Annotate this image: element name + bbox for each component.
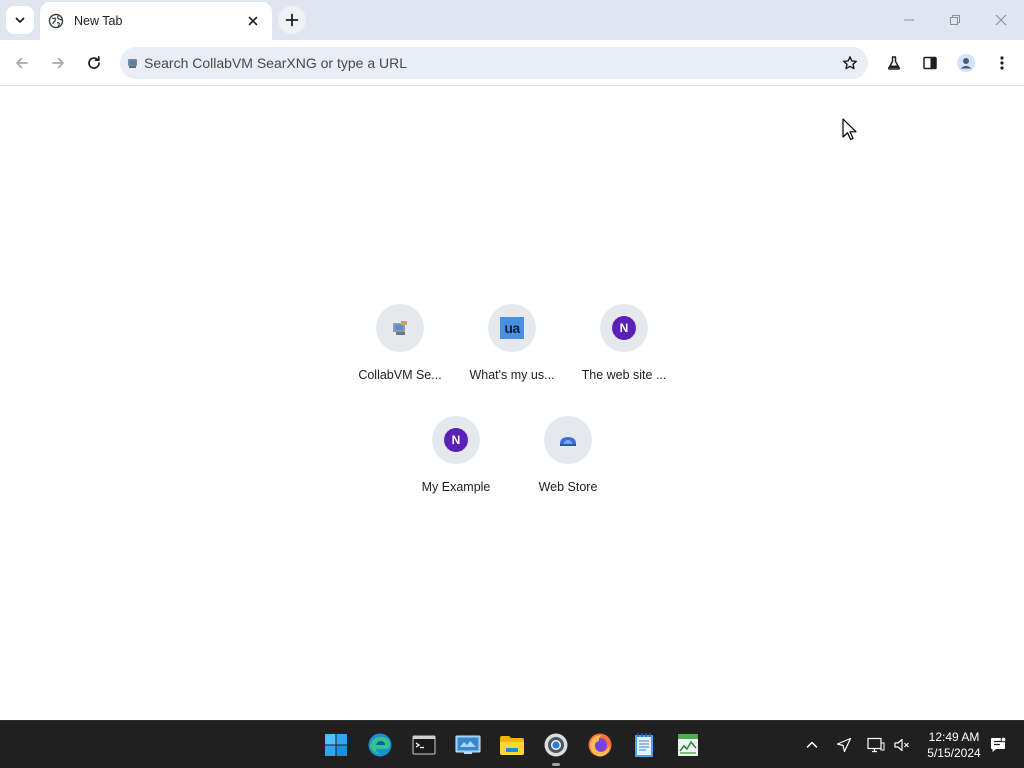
side-panel-button[interactable]	[914, 47, 946, 79]
address-input[interactable]	[144, 55, 824, 71]
close-window-button[interactable]	[978, 4, 1024, 36]
globe-icon	[48, 13, 64, 29]
running-indicator	[552, 763, 560, 766]
task-manager-icon	[678, 734, 698, 756]
chevron-up-icon	[806, 741, 818, 748]
back-button[interactable]	[6, 47, 38, 79]
web-store-icon	[560, 437, 576, 446]
tab-new-tab[interactable]: New Tab	[40, 2, 272, 40]
flask-icon	[887, 56, 901, 70]
chevron-down-icon	[15, 17, 25, 23]
more-vert-icon	[1000, 56, 1004, 70]
clock-date: 5/15/2024	[927, 746, 981, 760]
tray-network[interactable]	[864, 733, 888, 757]
shortcut-icon-circle	[544, 416, 592, 464]
address-bar[interactable]	[120, 47, 868, 79]
taskbar-edge[interactable]	[364, 729, 396, 761]
taskbar-task-manager[interactable]	[672, 729, 704, 761]
show-hidden-icons-button[interactable]	[800, 733, 824, 757]
shortcut-icon-circle: N	[600, 304, 648, 352]
taskbar-notepad[interactable]	[628, 729, 660, 761]
start-button[interactable]	[320, 729, 352, 761]
collabvm-icon	[393, 321, 407, 335]
taskbar-firefox[interactable]	[584, 729, 616, 761]
search-engine-icon	[126, 56, 140, 70]
close-icon	[995, 14, 1007, 26]
chrome-icon	[544, 733, 568, 757]
notepad-icon	[635, 733, 653, 757]
n-icon: N	[444, 428, 468, 452]
shortcut-label: Web Store	[538, 480, 598, 494]
minimize-button[interactable]	[886, 4, 932, 36]
labs-button[interactable]	[878, 47, 910, 79]
network-icon	[867, 737, 885, 753]
shortcut-label: What's my us...	[469, 368, 555, 382]
tray-volume[interactable]	[890, 733, 914, 757]
tray-location[interactable]	[832, 733, 856, 757]
tab-title: New Tab	[74, 14, 123, 28]
new-tab-page: CollabVM Se... ua What's my us... N The …	[0, 87, 1024, 720]
shortcut-tile[interactable]: CollabVM Se...	[344, 304, 456, 404]
shortcut-label: My Example	[421, 480, 491, 494]
bookmark-star-icon[interactable]	[836, 49, 864, 77]
shortcut-tile[interactable]: Web Store	[512, 416, 624, 516]
control-panel-icon	[455, 735, 481, 754]
mouse-cursor-icon	[842, 118, 857, 141]
taskbar-file-explorer[interactable]	[496, 729, 528, 761]
side-panel-icon	[923, 56, 937, 70]
edge-icon	[368, 733, 392, 757]
arrow-left-icon	[16, 57, 28, 69]
browser-toolbar	[0, 40, 1024, 86]
tab-strip: New Tab	[0, 0, 1024, 40]
reload-button[interactable]	[78, 47, 110, 79]
shortcut-icon-circle	[376, 304, 424, 352]
taskbar-chrome[interactable]	[540, 729, 572, 766]
plus-icon	[285, 13, 299, 27]
reload-icon	[88, 55, 100, 69]
file-explorer-icon	[500, 736, 524, 755]
profile-button[interactable]	[950, 47, 982, 79]
restore-button[interactable]	[932, 4, 978, 36]
restore-icon	[950, 15, 960, 25]
n-icon: N	[612, 316, 636, 340]
close-tab-icon[interactable]	[244, 12, 262, 30]
send-icon	[836, 737, 852, 753]
taskbar: 12:49 AM 5/15/2024	[0, 720, 1024, 768]
avatar-icon	[957, 54, 975, 72]
shortcut-tile[interactable]: N My Example	[400, 416, 512, 516]
start-icon	[325, 734, 347, 756]
shortcut-icon-circle: ua	[488, 304, 536, 352]
tab-search-button[interactable]	[6, 6, 34, 34]
shortcut-tile[interactable]: ua What's my us...	[456, 304, 568, 404]
shortcut-label: The web site ...	[581, 368, 667, 382]
new-tab-button[interactable]	[278, 6, 306, 34]
forward-button[interactable]	[42, 47, 74, 79]
clock-time: 12:49 AM	[928, 730, 980, 744]
taskbar-terminal[interactable]	[408, 729, 440, 761]
ua-icon: ua	[500, 317, 524, 339]
shortcut-icon-circle: N	[432, 416, 480, 464]
volume-muted-icon	[894, 738, 909, 752]
terminal-icon	[412, 735, 436, 755]
notification-icon	[991, 736, 1007, 752]
arrow-right-icon	[52, 57, 64, 69]
firefox-icon	[588, 733, 612, 757]
notification-center-button[interactable]	[986, 733, 1010, 757]
shortcut-label: CollabVM Se...	[358, 368, 442, 382]
menu-button[interactable]	[986, 47, 1018, 79]
taskbar-control-panel[interactable]	[452, 729, 484, 761]
shortcut-tile[interactable]: N The web site ...	[568, 304, 680, 404]
taskbar-clock[interactable]: 12:49 AM 5/15/2024	[918, 729, 990, 761]
minimize-icon	[904, 19, 914, 21]
